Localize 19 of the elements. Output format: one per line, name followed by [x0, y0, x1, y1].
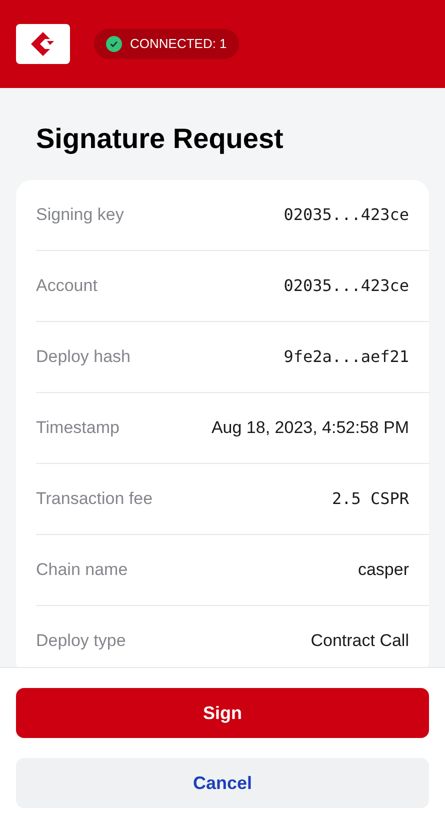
detail-label: Deploy type	[36, 630, 126, 652]
detail-label: Signing key	[36, 204, 124, 226]
detail-label: Account	[36, 275, 98, 298]
detail-value: Aug 18, 2023, 4:52:58 PM	[211, 417, 409, 440]
detail-value: 9fe2a...aef21	[284, 346, 409, 368]
cancel-button[interactable]: Cancel	[16, 758, 429, 808]
status-text: CONNECTED: 1	[130, 35, 227, 54]
detail-value: 02035...423ce	[284, 204, 409, 226]
page-title: Signature Request	[35, 122, 284, 156]
detail-label: Transaction fee	[36, 488, 153, 510]
detail-value: casper	[358, 559, 409, 582]
detail-label: Chain name	[36, 559, 128, 582]
detail-value: 02035...423ce	[284, 275, 409, 297]
logo-icon	[16, 24, 70, 64]
sign-button[interactable]: Sign	[16, 688, 429, 738]
detail-value: 2.5 CSPR	[332, 488, 409, 510]
detail-value: Contract Call	[310, 630, 409, 652]
detail-label: Deploy hash	[36, 346, 131, 368]
detail-label: Timestamp	[36, 417, 120, 440]
